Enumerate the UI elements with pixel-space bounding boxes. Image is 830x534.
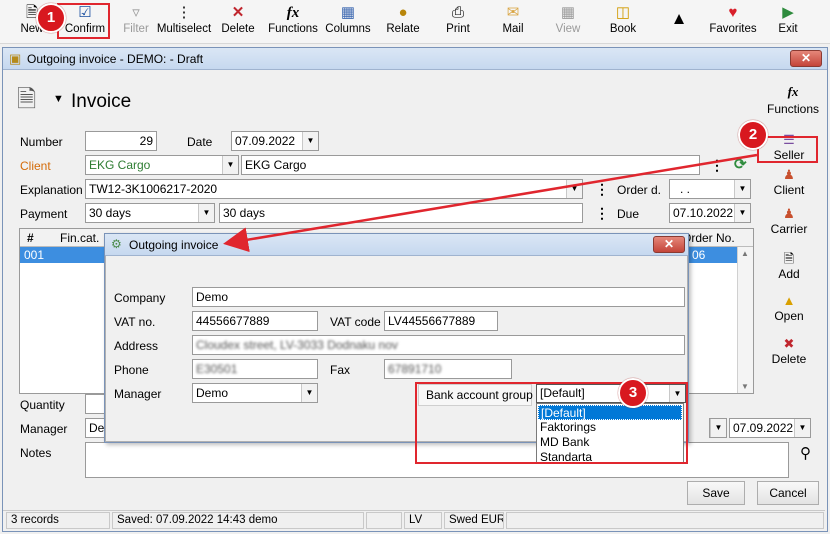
annotation-arrow — [223, 153, 758, 253]
app-root: 🗎 New ☑ Confirm ▿ Filter ⋮ Multiselect ✕… — [0, 0, 830, 534]
